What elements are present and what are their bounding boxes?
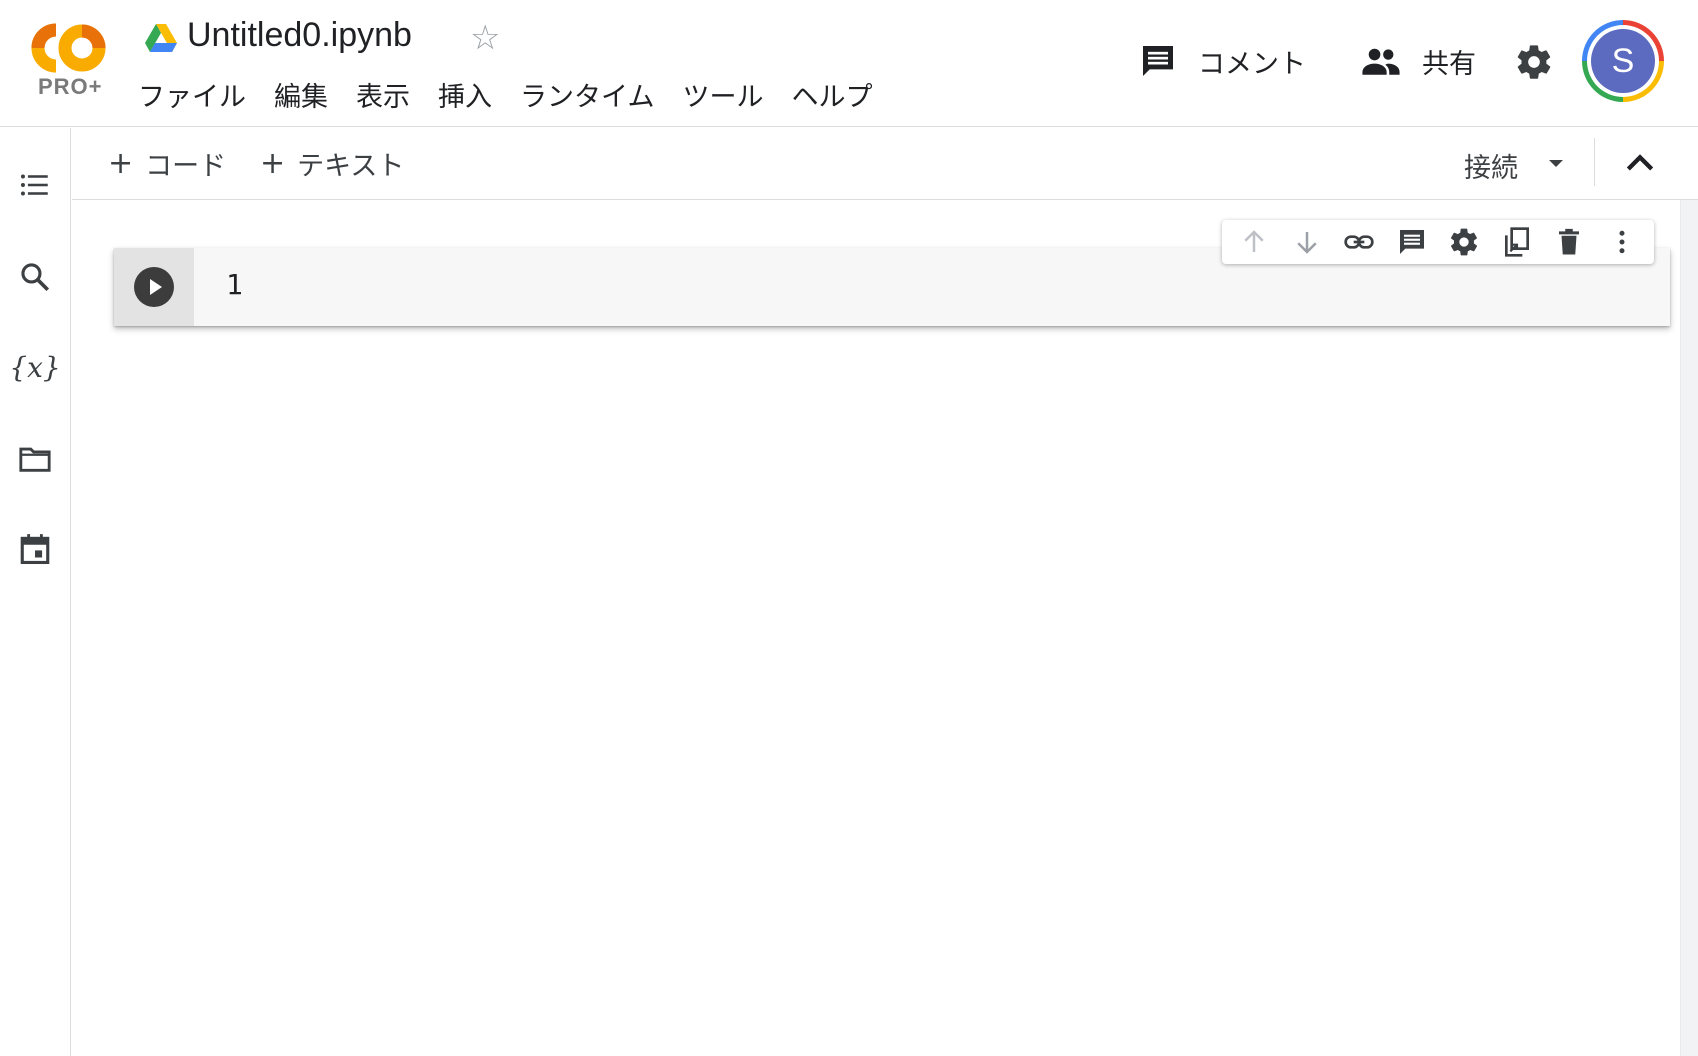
plus-icon: + (260, 145, 286, 181)
avatar-gap: S (1587, 25, 1659, 97)
menu-runtime[interactable]: ランタイム (506, 80, 668, 116)
variables-icon: {x} (9, 350, 61, 384)
cell-gutter (114, 248, 194, 326)
star-icon[interactable]: ☆ (470, 20, 506, 56)
calendar-icon (20, 534, 50, 565)
plus-icon: + (108, 145, 134, 181)
colab-logo-icon (31, 23, 106, 73)
mirror-cell-icon (1504, 227, 1529, 257)
more-options-button[interactable] (1604, 224, 1640, 260)
move-up-button[interactable] (1236, 224, 1272, 260)
notebook-scrollbar[interactable] (1680, 200, 1698, 1056)
menu-tools[interactable]: ツール (668, 80, 777, 116)
link-button[interactable] (1341, 224, 1377, 260)
comment-icon (1143, 46, 1173, 76)
account-avatar[interactable]: S (1582, 20, 1664, 102)
cell-toolbar (1222, 220, 1654, 264)
trash-icon (1559, 228, 1580, 255)
comment-cell-button[interactable] (1394, 224, 1430, 260)
notebook-toolbar: + コード + テキスト 接続 (72, 128, 1698, 200)
gear-icon[interactable] (1514, 42, 1554, 82)
add-code-button[interactable]: + コード (108, 128, 226, 198)
variables-button[interactable]: {x} (9, 348, 60, 386)
app-header: PRO+ Untitled0.ipynb ☆ ファイル 編集 表示 挿入 ランタ… (0, 0, 1698, 127)
people-icon (1362, 48, 1400, 75)
link-icon (1344, 235, 1374, 249)
mirror-cell-button[interactable] (1499, 224, 1535, 260)
run-cell-button[interactable] (134, 267, 174, 307)
caret-down-icon[interactable] (1546, 154, 1566, 174)
arrow-down-icon (1297, 232, 1317, 254)
search-icon (21, 263, 50, 292)
share-button[interactable]: 共有 (1360, 36, 1476, 86)
toolbar-divider (1594, 138, 1595, 186)
files-button[interactable] (16, 440, 54, 478)
play-icon (150, 279, 162, 295)
chevron-up-icon[interactable] (1620, 144, 1660, 184)
gear-icon (1451, 228, 1478, 256)
add-code-label: コード (145, 150, 227, 182)
menu-bar: ファイル 編集 表示 挿入 ランタイム ツール ヘルプ (138, 80, 886, 116)
search-button[interactable] (16, 258, 54, 296)
menu-help[interactable]: ヘルプ (777, 80, 886, 116)
add-text-button[interactable]: + テキスト (260, 128, 404, 198)
cell-settings-button[interactable] (1446, 224, 1482, 260)
add-text-label: テキスト (297, 150, 405, 182)
comment-label: コメント (1198, 48, 1306, 80)
comment-icon (1399, 230, 1424, 254)
connect-button[interactable]: 接続 (1464, 146, 1518, 185)
avatar-initial: S (1591, 29, 1655, 93)
plan-badge: PRO+ (38, 74, 103, 99)
share-label: 共有 (1422, 48, 1476, 80)
menu-edit[interactable]: 編集 (260, 80, 342, 116)
delete-cell-button[interactable] (1551, 224, 1587, 260)
line-number: 1 (226, 268, 243, 301)
notebook-title[interactable]: Untitled0.ipynb (187, 16, 412, 55)
google-drive-icon[interactable] (145, 24, 177, 52)
left-sidebar: {x} (0, 128, 71, 1056)
folder-icon (19, 447, 51, 472)
toc-button[interactable] (16, 166, 54, 204)
menu-insert[interactable]: 挿入 (424, 80, 506, 116)
more-vert-icon (1619, 230, 1625, 254)
toc-icon (20, 174, 48, 196)
menu-view[interactable]: 表示 (342, 80, 424, 116)
move-down-button[interactable] (1289, 224, 1325, 260)
comment-button[interactable]: コメント (1138, 36, 1306, 86)
schedule-button[interactable] (16, 530, 54, 568)
arrow-up-icon (1244, 230, 1264, 252)
notebook-area (72, 200, 1680, 1056)
menu-file[interactable]: ファイル (138, 80, 260, 116)
